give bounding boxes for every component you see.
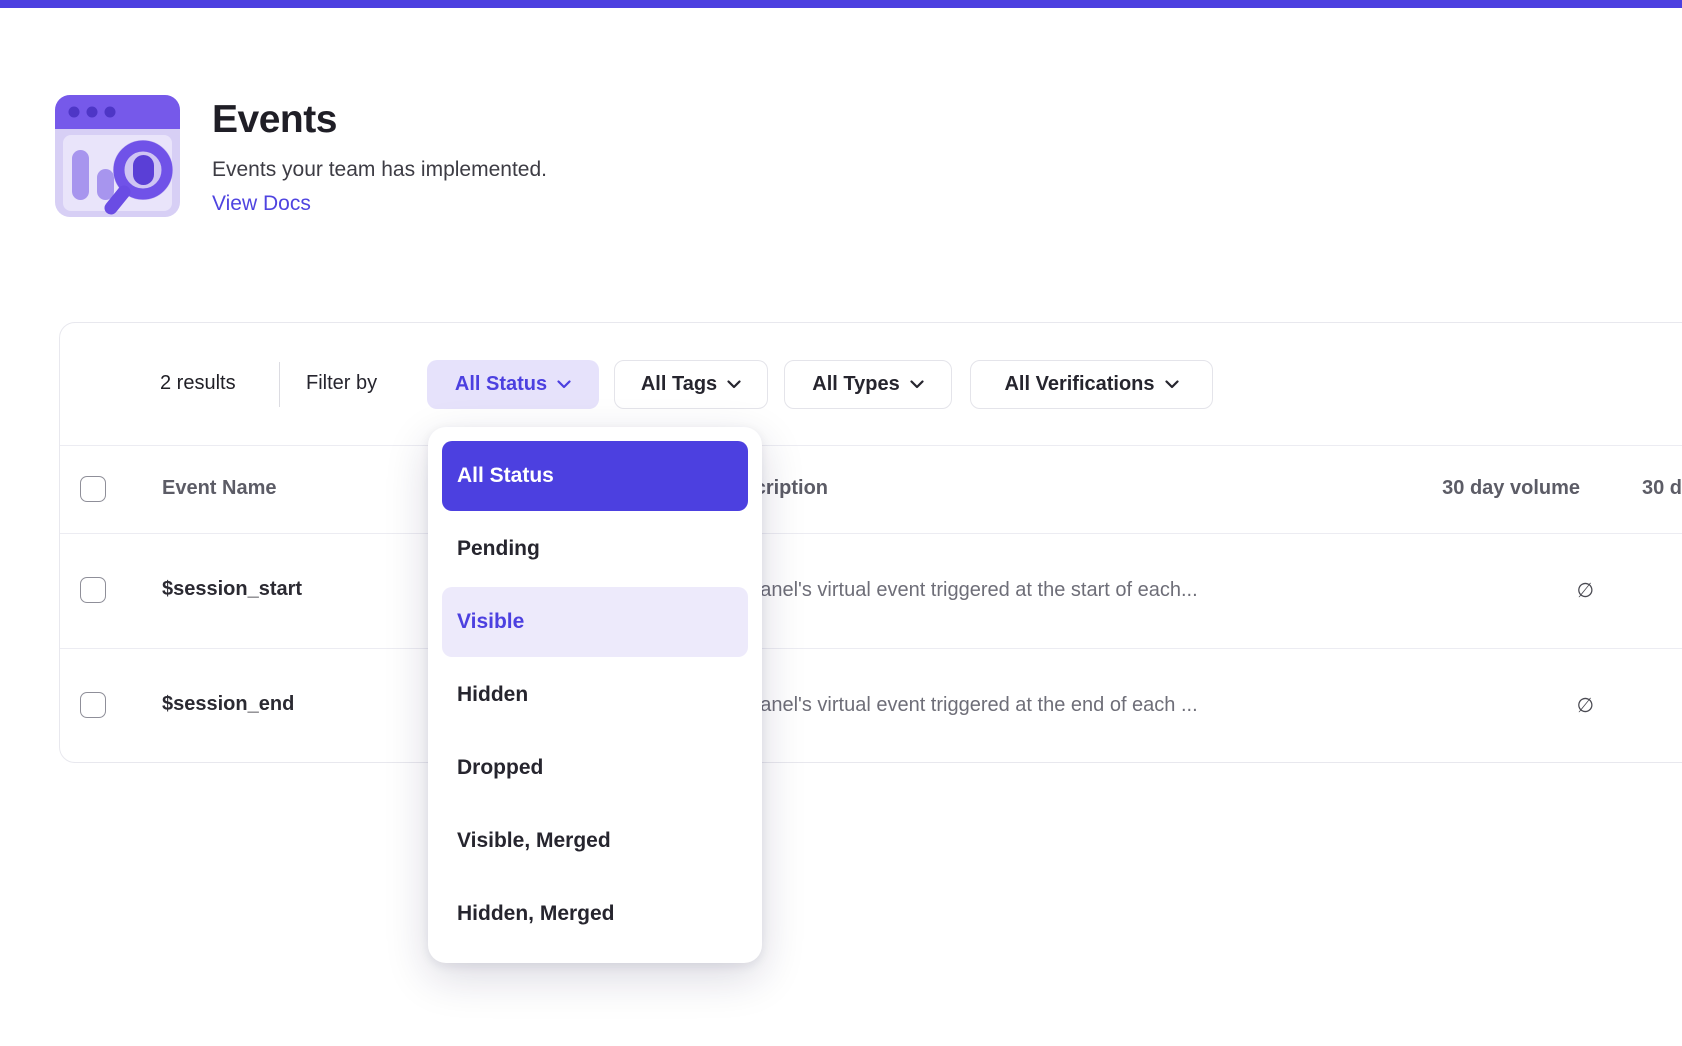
page-title: Events	[212, 98, 337, 142]
event-30-day-volume: ∅	[1577, 578, 1594, 603]
column-header-30-day-volume[interactable]: 30 day volume	[1442, 477, 1580, 500]
menu-item-hidden-merged[interactable]: Hidden, Merged	[442, 879, 748, 949]
row-checkbox[interactable]	[80, 577, 106, 603]
toolbar-divider	[279, 362, 280, 407]
menu-item-label: Visible	[457, 610, 524, 634]
menu-item-label: Hidden	[457, 683, 528, 707]
filter-tags-label: All Tags	[641, 373, 717, 396]
menu-item-label: All Status	[457, 464, 554, 488]
filter-verifications-label: All Verifications	[1004, 373, 1154, 396]
menu-item-hidden[interactable]: Hidden	[442, 660, 748, 730]
column-header-event-name[interactable]: Event Name	[162, 477, 277, 500]
event-name-session-end[interactable]: $session_end	[162, 693, 294, 716]
event-name-session-start[interactable]: $session_start	[162, 578, 302, 601]
filter-verifications-button[interactable]: All Verifications	[970, 360, 1213, 409]
column-header-truncated[interactable]: 30 d	[1642, 477, 1682, 500]
divider	[60, 648, 1682, 649]
menu-item-visible-merged[interactable]: Visible, Merged	[442, 806, 748, 876]
chevron-down-icon	[910, 380, 924, 389]
menu-item-all-status[interactable]: All Status	[442, 441, 748, 511]
menu-item-label: Visible, Merged	[457, 829, 611, 853]
filter-status-button[interactable]: All Status	[427, 360, 599, 409]
filter-status-label: All Status	[455, 373, 547, 396]
filter-by-label: Filter by	[306, 372, 377, 395]
select-all-checkbox[interactable]	[80, 476, 106, 502]
events-page-icon	[55, 95, 180, 217]
chevron-down-icon	[1165, 380, 1179, 389]
menu-item-pending[interactable]: Pending	[442, 514, 748, 584]
menu-item-dropped[interactable]: Dropped	[442, 733, 748, 803]
chevron-down-icon	[727, 380, 741, 389]
menu-item-label: Hidden, Merged	[457, 902, 615, 926]
event-description: Mixpanel's virtual event triggered at th…	[718, 694, 1198, 717]
menu-item-visible[interactable]: Visible	[442, 587, 748, 657]
filter-types-button[interactable]: All Types	[784, 360, 952, 409]
event-description: Mixpanel's virtual event triggered at th…	[718, 579, 1198, 602]
divider	[60, 445, 1682, 446]
analytics-window-magnifier-icon	[55, 95, 180, 217]
event-30-day-volume: ∅	[1577, 693, 1594, 718]
menu-item-label: Dropped	[457, 756, 543, 780]
filter-types-label: All Types	[812, 373, 899, 396]
menu-item-label: Pending	[457, 537, 540, 561]
status-filter-dropdown-menu: All Status Pending Visible Hidden Droppe…	[428, 427, 762, 963]
view-docs-link[interactable]: View Docs	[212, 192, 311, 216]
divider	[60, 533, 1682, 534]
row-checkbox[interactable]	[80, 692, 106, 718]
top-accent-bar	[0, 0, 1682, 8]
results-count: 2 results	[160, 372, 236, 395]
chevron-down-icon	[557, 380, 571, 389]
filter-tags-button[interactable]: All Tags	[614, 360, 768, 409]
page-subtitle: Events your team has implemented.	[212, 158, 547, 182]
